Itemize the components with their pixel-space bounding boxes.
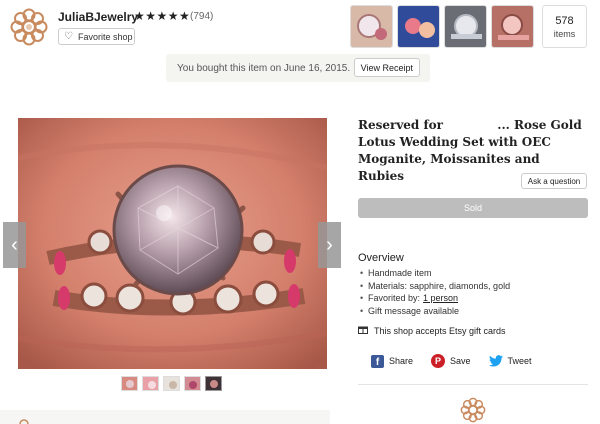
twitter-share-button[interactable]: Tweet	[488, 354, 532, 368]
facebook-icon: f	[371, 354, 384, 368]
overview-item-favorited: • Favorited by: 1 person	[360, 293, 459, 304]
gift-card-notice: This shop accepts Etsy gift cards	[358, 325, 506, 336]
shop-item-thumbnail[interactable]	[397, 5, 440, 48]
heart-icon: ♡	[64, 30, 73, 42]
shop-name[interactable]: JuliaBJewelry	[58, 10, 138, 24]
shop-item-thumbnail[interactable]	[444, 5, 487, 48]
previous-image-button[interactable]: ‹	[3, 222, 26, 268]
twitter-bird-icon	[488, 354, 503, 368]
sold-button: Sold	[358, 198, 588, 218]
purchase-message: You bought this item on June 16, 2015.	[177, 62, 351, 74]
image-thumbnail[interactable]	[121, 376, 138, 391]
shop-item-thumbnail[interactable]	[350, 5, 393, 48]
overview-list: • Handmade item • Materials: sapphire, dia…	[360, 267, 510, 317]
overview-item-handmade: • Handmade item	[360, 268, 432, 279]
shop-items-count[interactable]: 578 items	[542, 5, 587, 48]
overview-heading: Overview	[358, 252, 404, 264]
shop-logo[interactable]	[8, 6, 50, 48]
chevron-left-icon: ‹	[11, 233, 18, 256]
image-thumbnail[interactable]	[205, 376, 222, 391]
shop-item-thumbnails	[350, 5, 534, 48]
facebook-share-button[interactable]: f Share	[371, 354, 414, 368]
facebook-share-label: Share	[389, 356, 414, 366]
shop-item-thumbnail[interactable]	[491, 5, 534, 48]
pinterest-icon: P	[431, 354, 446, 368]
shop-logo-footer[interactable]	[459, 396, 487, 424]
favorite-shop-button[interactable]: ♡ Favorite shop	[58, 28, 135, 45]
listing-page: JuliaBJewelry ★★★★★ (794) ♡ Favorite sho…	[0, 0, 600, 424]
pinterest-save-label: Save	[450, 356, 471, 366]
image-thumbnail-strip	[121, 376, 222, 391]
rating-stars: ★★★★★	[134, 9, 191, 23]
overview-item-gift: • Gift message available	[360, 305, 460, 316]
overview-item-materials: • Materials: sapphire, diamonds, gold	[360, 280, 511, 291]
gift-card-icon	[358, 325, 368, 336]
review-count[interactable]: (794)	[190, 11, 213, 22]
pinterest-save-button[interactable]: P Save	[431, 354, 471, 368]
reviews-section-strip	[0, 410, 330, 424]
image-thumbnail[interactable]	[163, 376, 180, 391]
next-image-button[interactable]: ›	[318, 222, 341, 268]
items-label: items	[553, 28, 576, 39]
share-bar: f Share P Save Tweet	[371, 354, 550, 368]
twitter-share-label: Tweet	[507, 356, 532, 366]
items-count: 578	[555, 14, 574, 27]
image-thumbnail[interactable]	[184, 376, 201, 391]
section-divider	[358, 384, 588, 385]
ask-question-button[interactable]: Ask a question	[521, 173, 587, 189]
main-listing-image[interactable]	[18, 118, 327, 369]
shop-logo-small	[19, 419, 29, 424]
purchase-notice: You bought this item on June 16, 2015. V…	[166, 54, 430, 82]
favorite-shop-label: Favorite shop	[77, 31, 133, 42]
gift-card-text: This shop accepts Etsy gift cards	[374, 325, 506, 336]
chevron-right-icon: ›	[326, 233, 333, 256]
view-receipt-button[interactable]: View Receipt	[353, 58, 420, 77]
favorited-by-link[interactable]: 1 person	[423, 293, 458, 303]
image-thumbnail[interactable]	[142, 376, 159, 391]
